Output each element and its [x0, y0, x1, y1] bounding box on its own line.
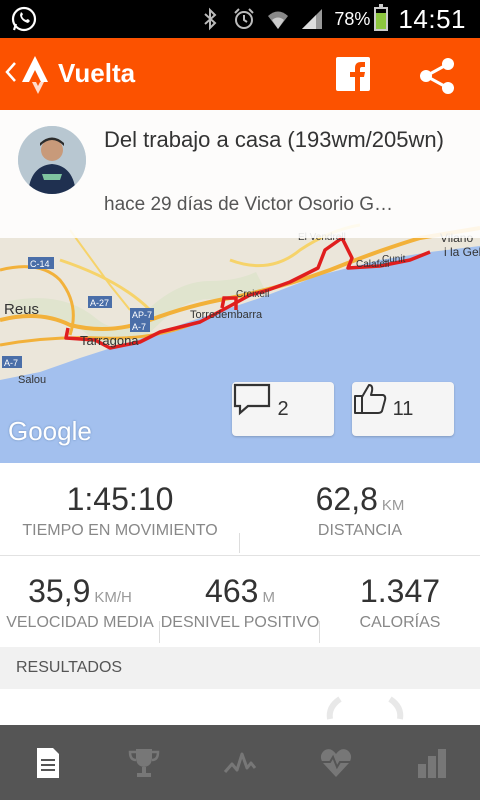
trophy-icon	[128, 748, 160, 777]
alarm-icon	[234, 8, 255, 29]
map-label-tarragona: Tarragona	[80, 333, 139, 348]
avg-speed-value: 35,9	[28, 573, 91, 609]
whatsapp-icon	[11, 6, 37, 32]
activity-title: Del trabajo a casa (193wm/205wn)	[104, 127, 444, 152]
clock: 14:51	[398, 3, 466, 34]
moving-time-label: TIEMPO EN MOVIMIENTO	[22, 522, 218, 539]
map-label-creixell: Creixell	[236, 289, 269, 300]
kudos-count: 11	[392, 397, 414, 420]
distance-unit: KM	[381, 497, 405, 514]
distance-label: DISTANCIA	[317, 522, 403, 539]
stats-icon	[418, 748, 446, 778]
analysis-icon	[223, 752, 257, 773]
wifi-icon	[268, 11, 289, 29]
map-label-torredembarra: Torredembarra	[190, 309, 263, 321]
map-label-reus: Reus	[4, 301, 39, 318]
moving-time-value: 1:45:10	[66, 481, 174, 517]
map-label-salou: Salou	[18, 374, 46, 386]
status-bar: 78% 14:51	[0, 0, 480, 38]
road-a7: A-7	[4, 358, 18, 368]
battery-percent: 78%	[334, 8, 371, 29]
stat-distance: 62,8 KM DISTANCIA	[240, 481, 480, 540]
bottom-nav	[0, 725, 480, 800]
overview-icon	[37, 747, 59, 778]
battery-indicator: 78%	[334, 4, 389, 31]
screen-title: Vuelta	[58, 58, 136, 88]
results-heading: RESULTADOS	[16, 659, 123, 676]
comments-count: 2	[277, 397, 289, 420]
distance-value: 62,8	[315, 481, 378, 517]
activity-header[interactable]: Del trabajo a casa (193wm/205wn) hace 29…	[0, 110, 480, 238]
divider	[239, 533, 240, 553]
avg-speed-label: VELOCIDAD MEDIA	[6, 614, 154, 631]
divider	[319, 621, 320, 643]
share-icon[interactable]	[418, 57, 456, 95]
nav-stats[interactable]	[384, 725, 480, 800]
stat-moving-time: 1:45:10 TIEMPO EN MOVIMIENTO	[0, 481, 240, 540]
svg-text:i la Gelt: i la Gelt	[444, 245, 480, 259]
kudos-button[interactable]: 11	[352, 382, 454, 436]
laurel-icon	[326, 696, 404, 720]
heart-icon	[320, 748, 352, 777]
elevation-value: 463	[205, 573, 259, 609]
athlete-avatar[interactable]	[18, 126, 86, 194]
activity-stats: 1:45:10 TIEMPO EN MOVIMIENTO 62,8 KM DIST…	[0, 463, 480, 647]
bluetooth-icon	[204, 7, 217, 31]
divider	[159, 621, 160, 643]
comments-button[interactable]: 2	[232, 382, 334, 436]
google-attribution: Google	[8, 416, 92, 446]
road-ap7: AP-7	[132, 310, 152, 320]
comment-icon	[233, 383, 271, 416]
elevation-unit: M	[262, 589, 275, 606]
road-c14: C-14	[30, 259, 50, 269]
calories-label: CALORÍAS	[359, 614, 441, 631]
road-a27: A-27	[90, 298, 109, 308]
calories-value: 1.347	[359, 573, 441, 609]
signal-icon	[302, 9, 323, 29]
facebook-icon[interactable]	[336, 57, 370, 91]
battery-icon	[374, 4, 389, 31]
road-a7-b: A-7	[132, 322, 146, 332]
stat-avg-speed: 35,9 KM/H VELOCIDAD MEDIA	[0, 573, 160, 632]
app-bar: Vuelta	[0, 38, 480, 110]
nav-achievements[interactable]	[96, 725, 192, 800]
elevation-label: DESNIVEL POSITIVO	[160, 614, 320, 631]
results-section-header: RESULTADOS	[0, 647, 480, 689]
back-icon[interactable]	[4, 60, 18, 84]
divider	[0, 555, 480, 556]
route-map[interactable]: Reus Tarragona Salou Torredembarra Creix…	[0, 110, 480, 463]
stat-elevation: 463 M DESNIVEL POSITIVO	[160, 573, 320, 632]
thumbs-up-icon	[354, 384, 387, 414]
stat-calories: 1.347 CALORÍAS	[320, 573, 480, 632]
strava-logo[interactable]	[18, 52, 52, 96]
map-label-cunit: Cunit	[382, 254, 406, 265]
avg-speed-unit: KM/H	[94, 589, 132, 606]
results-list	[0, 689, 480, 725]
activity-meta[interactable]: hace 29 días de Victor Osorio G…	[104, 194, 464, 216]
nav-analysis[interactable]	[192, 725, 288, 800]
nav-heart-rate[interactable]	[288, 725, 384, 800]
nav-overview[interactable]	[0, 725, 96, 800]
